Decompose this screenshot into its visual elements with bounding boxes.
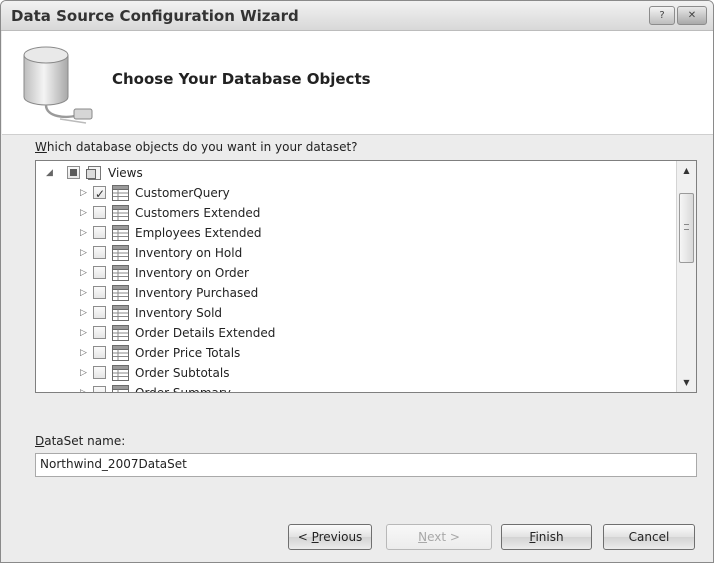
window-controls: ? ✕ [649, 6, 707, 25]
view-table-icon [112, 245, 129, 261]
tree-content: ◢Views▷CustomerQuery▷Customers Extended▷… [36, 161, 676, 392]
cancel-button[interactable]: Cancel [603, 524, 695, 550]
view-table-icon [112, 265, 129, 281]
tree-item[interactable]: ▷ Employees Extended [36, 223, 676, 243]
close-button[interactable]: ✕ [677, 6, 707, 25]
dataset-name-input[interactable]: Northwind_2007DataSet [35, 453, 697, 477]
tree-item-label: Order Subtotals [135, 366, 230, 380]
view-table-icon [112, 325, 129, 341]
tree-vertical-scrollbar[interactable]: ▲ ▼ [676, 161, 696, 392]
finish-button[interactable]: Finish [501, 524, 592, 550]
view-table-icon [112, 305, 129, 321]
header-title: Choose Your Database Objects [112, 70, 371, 88]
database-objects-tree[interactable]: ◢Views▷CustomerQuery▷Customers Extended▷… [35, 160, 697, 393]
wizard-header: Choose Your Database Objects [2, 31, 713, 135]
help-button[interactable]: ? [649, 6, 675, 25]
item-checkbox[interactable] [93, 306, 106, 319]
expand-arrow-icon[interactable]: ▷ [80, 288, 90, 298]
dataset-label-text: ataSet name: [44, 434, 126, 448]
tree-item[interactable]: ▷ Inventory Purchased [36, 283, 676, 303]
previous-button[interactable]: < Previous [288, 524, 372, 550]
scroll-down-icon[interactable]: ▼ [677, 374, 696, 391]
expand-arrow-icon[interactable]: ▷ [80, 388, 90, 392]
tree-item[interactable]: ▷ Inventory on Hold [36, 243, 676, 263]
item-checkbox[interactable] [93, 326, 106, 339]
item-checkbox[interactable] [93, 286, 106, 299]
view-table-icon [112, 365, 129, 381]
view-table-icon [112, 385, 129, 392]
expand-arrow-icon[interactable]: ▷ [80, 188, 90, 198]
dataset-name-label: DataSet name: [35, 434, 125, 448]
next-button[interactable]: Next > [386, 524, 492, 550]
tree-item[interactable]: ▷ Order Price Totals [36, 343, 676, 363]
tree-item[interactable]: ▷ Order Summary [36, 383, 676, 393]
tree-item[interactable]: ▷ Inventory Sold [36, 303, 676, 323]
view-table-icon [112, 225, 129, 241]
item-checkbox[interactable] [93, 206, 106, 219]
tree-item[interactable]: ▷ Order Details Extended [36, 323, 676, 343]
tree-item[interactable]: ▷ Order Subtotals [36, 363, 676, 383]
previous-accesskey: P [311, 530, 319, 544]
next-label: ext > [427, 530, 460, 544]
prompt-accesskey: W [35, 140, 47, 154]
item-checkbox[interactable] [93, 386, 106, 392]
expand-arrow-icon[interactable]: ▷ [80, 268, 90, 278]
expand-arrow-icon[interactable]: ▷ [80, 368, 90, 378]
item-checkbox[interactable] [93, 346, 106, 359]
view-table-icon [112, 285, 129, 301]
tree-item-label: Inventory Purchased [135, 286, 259, 300]
tree-item-label: Inventory on Hold [135, 246, 243, 260]
item-checkbox[interactable] [93, 184, 106, 204]
tree-item-label: Order Details Extended [135, 326, 276, 340]
scroll-thumb[interactable] [679, 193, 694, 263]
view-table-icon [112, 205, 129, 221]
expand-arrow-icon[interactable]: ▷ [80, 248, 90, 258]
expand-arrow-icon[interactable]: ▷ [80, 328, 90, 338]
tree-item-label: Inventory on Order [135, 266, 249, 280]
scroll-up-icon[interactable]: ▲ [677, 162, 696, 179]
tree-node-views[interactable]: ◢ Views [36, 163, 676, 183]
tree-item-label: Order Price Totals [135, 346, 241, 360]
tree-item-label: CustomerQuery [135, 186, 230, 200]
views-folder-icon [86, 165, 103, 181]
views-checkbox[interactable] [67, 166, 80, 179]
previous-label: revious [318, 530, 363, 544]
previous-prefix: < [297, 530, 312, 544]
expand-arrow-icon[interactable]: ▷ [80, 308, 90, 318]
objects-prompt: Which database objects do you want in yo… [35, 140, 358, 154]
tree-item[interactable]: ▷ CustomerQuery [36, 183, 676, 204]
next-accesskey: N [418, 530, 428, 544]
tree-node-label: Views [108, 166, 143, 180]
item-checkbox[interactable] [93, 266, 106, 279]
dataset-accesskey: D [35, 434, 45, 448]
item-checkbox[interactable] [93, 366, 106, 379]
finish-label: inish [535, 530, 564, 544]
item-checkbox[interactable] [93, 246, 106, 259]
wizard-window: Data Source Configuration Wizard ? ✕ Cho… [0, 0, 714, 563]
item-checkbox[interactable] [93, 226, 106, 239]
tree-item-label: Customers Extended [135, 206, 261, 220]
tree-item[interactable]: ▷ Customers Extended [36, 203, 676, 223]
expand-arrow-icon[interactable]: ▷ [80, 228, 90, 238]
title-bar[interactable]: Data Source Configuration Wizard ? ✕ [1, 1, 713, 31]
collapse-arrow-icon[interactable]: ◢ [46, 168, 56, 178]
tree-item[interactable]: ▷ Inventory on Order [36, 263, 676, 283]
tree-item-label: Inventory Sold [135, 306, 223, 320]
expand-arrow-icon[interactable]: ▷ [80, 348, 90, 358]
prompt-text: hich database objects do you want in you… [46, 140, 358, 154]
view-table-icon [112, 345, 129, 361]
window-title: Data Source Configuration Wizard [11, 7, 299, 25]
database-icon [23, 46, 93, 124]
expand-arrow-icon[interactable]: ▷ [80, 208, 90, 218]
tree-item-label: Order Summary [135, 386, 231, 393]
view-table-icon [112, 185, 129, 201]
tree-item-label: Employees Extended [135, 226, 262, 240]
